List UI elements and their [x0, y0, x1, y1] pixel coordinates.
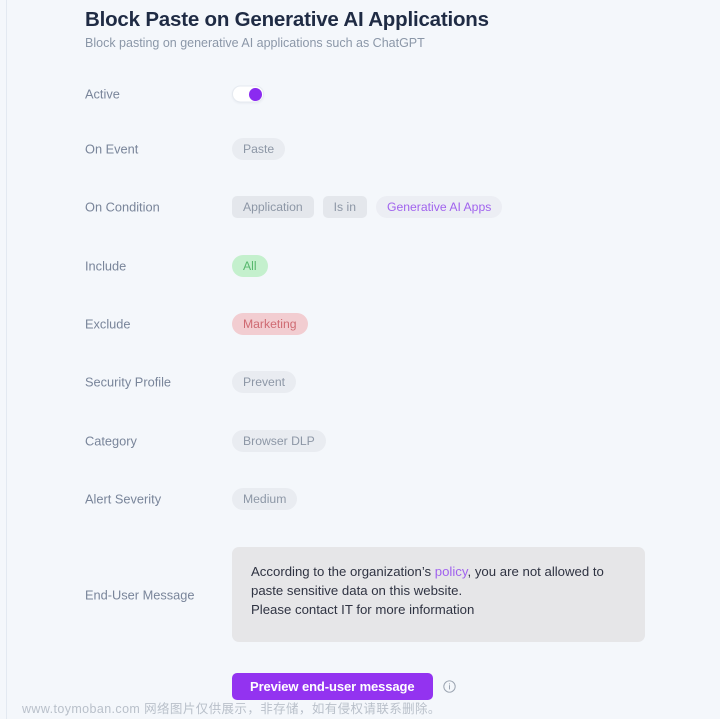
- label-alert-severity: Alert Severity: [85, 492, 161, 507]
- row-end-user-message: End-User Message According to the organi…: [85, 547, 720, 642]
- page-subtitle: Block pasting on generative AI applicati…: [85, 36, 425, 50]
- label-on-condition: On Condition: [85, 200, 160, 215]
- preview-end-user-message-button[interactable]: Preview end-user message: [232, 673, 433, 700]
- chip-condition-value[interactable]: Generative AI Apps: [376, 196, 502, 218]
- page-title: Block Paste on Generative AI Application…: [85, 8, 489, 32]
- chip-alert-severity-value[interactable]: Medium: [232, 488, 297, 510]
- chip-condition-field[interactable]: Application: [232, 196, 314, 218]
- row-exclude: Exclude Marketing: [85, 311, 720, 337]
- row-security-profile: Security Profile Prevent: [85, 369, 720, 395]
- label-end-user-message: End-User Message: [85, 587, 195, 602]
- chip-security-profile-value[interactable]: Prevent: [232, 371, 296, 393]
- row-include-fields: All: [232, 255, 268, 277]
- active-toggle[interactable]: [232, 86, 264, 103]
- label-active: Active: [85, 87, 120, 102]
- label-include: Include: [85, 259, 126, 274]
- row-on-condition: On Condition Application Is in Generativ…: [85, 194, 720, 220]
- chip-include-value[interactable]: All: [232, 255, 268, 277]
- message-line1-before: According to the organization’s: [251, 564, 435, 579]
- policy-detail-page: Block Paste on Generative AI Application…: [0, 0, 720, 719]
- chip-condition-operator[interactable]: Is in: [323, 196, 367, 218]
- label-security-profile: Security Profile: [85, 375, 171, 390]
- end-user-message-text: According to the organization’s policy, …: [251, 562, 626, 619]
- watermark-text: www.toymoban.com 网络图片仅供展示，非存储，如有侵权请联系删除。: [22, 698, 441, 717]
- info-circle-icon[interactable]: [443, 680, 456, 693]
- row-on-condition-fields: Application Is in Generative AI Apps: [232, 196, 502, 218]
- end-user-message-textarea[interactable]: According to the organization’s policy, …: [232, 547, 645, 642]
- label-on-event: On Event: [85, 142, 138, 157]
- row-active: Active: [85, 81, 720, 107]
- label-exclude: Exclude: [85, 317, 131, 332]
- row-exclude-fields: Marketing: [232, 313, 308, 335]
- row-include: Include All: [85, 253, 720, 279]
- footer-actions: Preview end-user message: [232, 673, 456, 700]
- row-security-profile-fields: Prevent: [232, 371, 296, 393]
- policy-form: Block Paste on Generative AI Application…: [85, 0, 720, 719]
- chip-category-value[interactable]: Browser DLP: [232, 430, 326, 452]
- row-alert-severity-fields: Medium: [232, 488, 297, 510]
- row-alert-severity: Alert Severity Medium: [85, 486, 720, 512]
- panel-left-divider: [6, 0, 7, 719]
- row-active-fields: [232, 86, 264, 103]
- active-toggle-knob: [249, 88, 262, 101]
- message-line2: Please contact IT for more information: [251, 602, 474, 617]
- row-on-event: On Event Paste: [85, 136, 720, 162]
- chip-exclude-value[interactable]: Marketing: [232, 313, 308, 335]
- message-policy-link[interactable]: policy: [435, 564, 468, 579]
- row-category-fields: Browser DLP: [232, 430, 326, 452]
- row-category: Category Browser DLP: [85, 428, 720, 454]
- label-category: Category: [85, 434, 137, 449]
- row-on-event-fields: Paste: [232, 138, 285, 160]
- chip-on-event-value[interactable]: Paste: [232, 138, 285, 160]
